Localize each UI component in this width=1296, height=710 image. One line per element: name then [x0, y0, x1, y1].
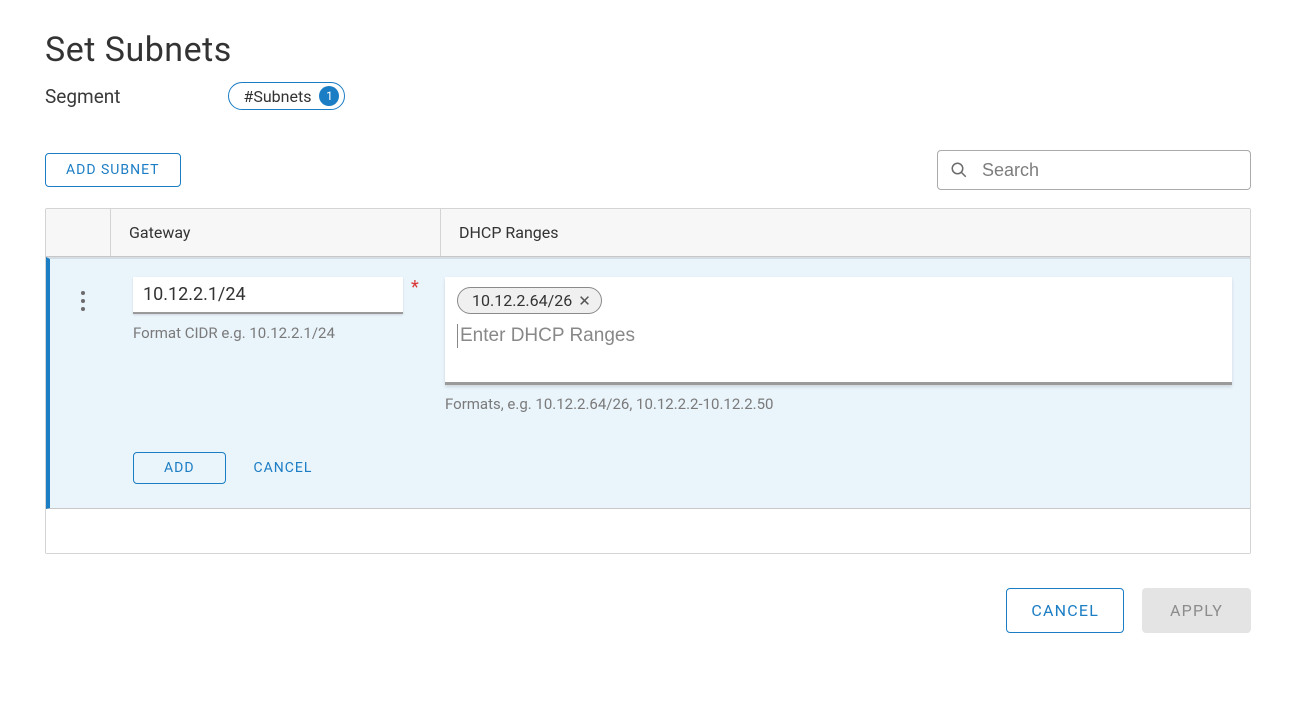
segment-row: Segment #Subnets 1	[45, 82, 1251, 110]
segment-label: Segment	[45, 85, 120, 108]
gateway-hint: Format CIDR e.g. 10.12.2.1/24	[133, 324, 427, 342]
add-subnet-button[interactable]: ADD SUBNET	[45, 153, 181, 187]
gateway-input[interactable]	[133, 277, 403, 314]
header-gateway: Gateway	[111, 209, 441, 256]
table-footer	[46, 509, 1250, 553]
search-wrapper[interactable]	[937, 150, 1251, 190]
table-row: * Format CIDR e.g. 10.12.2.1/24 ADD CANC…	[46, 257, 1250, 509]
subnets-chip-label: #Subnets	[243, 87, 311, 106]
required-indicator: *	[411, 277, 419, 298]
row-menu-button[interactable]	[77, 287, 89, 315]
dhcp-tag: 10.12.2.64/26 ✕	[457, 287, 602, 314]
dhcp-hint: Formats, e.g. 10.12.2.64/26, 10.12.2.2-1…	[445, 395, 1232, 413]
dhcp-ranges-box[interactable]: 10.12.2.64/26 ✕	[445, 277, 1232, 385]
row-add-button[interactable]: ADD	[133, 452, 226, 484]
cancel-button[interactable]: CANCEL	[1006, 588, 1124, 633]
subnets-chip-count: 1	[319, 86, 339, 106]
page-title: Set Subnets	[45, 30, 1251, 70]
search-icon	[950, 161, 968, 179]
table-header: Gateway DHCP Ranges	[46, 209, 1250, 257]
subnets-table: Gateway DHCP Ranges * Format CIDR e.g. 1…	[45, 208, 1251, 554]
header-dhcp: DHCP Ranges	[441, 209, 1250, 256]
search-input[interactable]	[980, 159, 1238, 182]
row-cancel-button[interactable]: CANCEL	[254, 460, 313, 476]
dhcp-tag-label: 10.12.2.64/26	[472, 291, 572, 310]
apply-button: APPLY	[1142, 588, 1251, 633]
subnets-chip[interactable]: #Subnets 1	[228, 82, 345, 110]
dhcp-ranges-input[interactable]	[457, 324, 1220, 348]
remove-tag-icon[interactable]: ✕	[578, 292, 591, 310]
